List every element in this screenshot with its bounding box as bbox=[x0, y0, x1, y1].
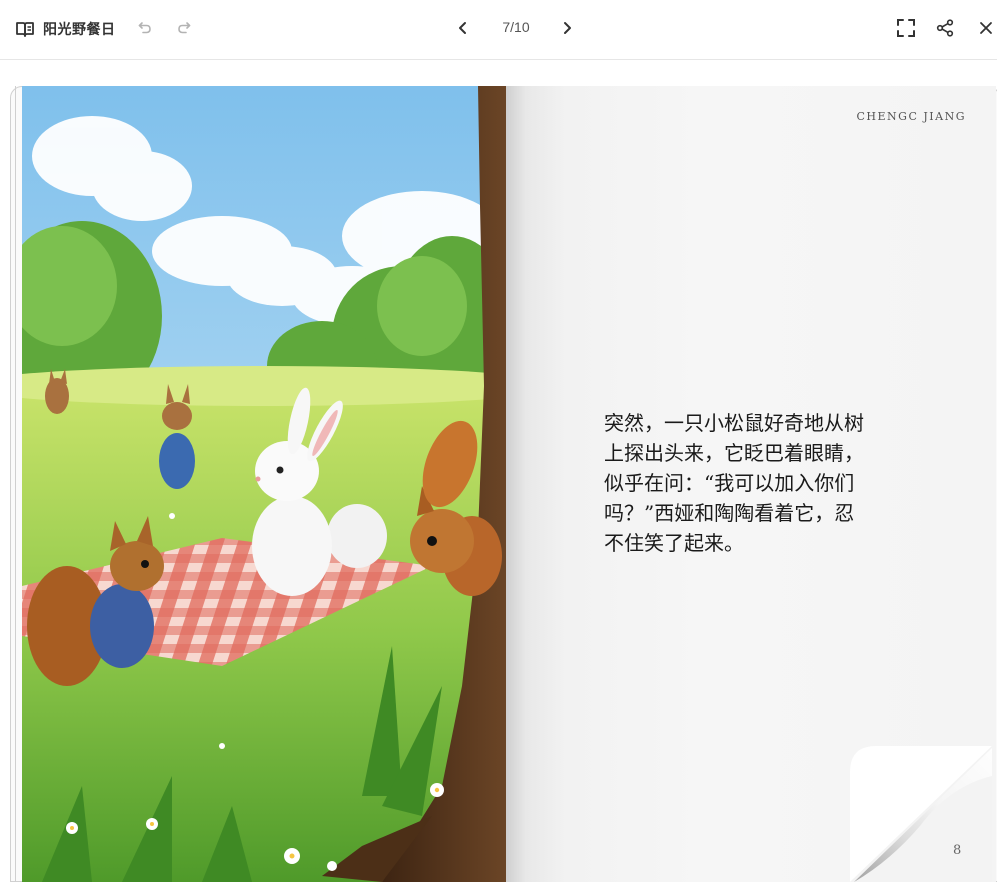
book-open-icon bbox=[14, 18, 36, 40]
page-indicator: 7/10 bbox=[502, 19, 530, 35]
title-group: 阳光野餐日 bbox=[14, 17, 116, 41]
share-icon bbox=[936, 19, 954, 37]
previous-page-button[interactable] bbox=[449, 14, 477, 42]
close-button[interactable] bbox=[972, 14, 997, 42]
story-line: 上探出头来，它眨巴着眼睛， bbox=[604, 441, 864, 465]
chevron-right-icon bbox=[564, 22, 571, 34]
story-line: 似乎在问：“我可以加入你们 bbox=[604, 471, 855, 495]
page-turn-corner[interactable] bbox=[850, 746, 992, 882]
undo-button[interactable] bbox=[131, 14, 159, 42]
next-page-button[interactable] bbox=[553, 14, 581, 42]
redo-button[interactable] bbox=[170, 14, 198, 42]
redo-icon bbox=[178, 22, 191, 34]
book-spread: CHENGC JIANG 突然，一只小松鼠好奇地从树 上探出头来，它眨巴着眼睛，… bbox=[10, 86, 997, 882]
chevron-left-icon bbox=[459, 22, 466, 34]
author-name: CHENGC JIANG bbox=[856, 110, 966, 123]
close-icon bbox=[980, 22, 992, 34]
toolbar: 阳光野餐日 7/10 bbox=[0, 0, 997, 60]
picnic-illustration bbox=[22, 86, 506, 882]
book-title: 阳光野餐日 bbox=[43, 22, 116, 38]
illustration-page bbox=[22, 86, 506, 882]
fullscreen-button[interactable] bbox=[892, 14, 920, 42]
undo-icon bbox=[138, 22, 151, 34]
share-button[interactable] bbox=[931, 14, 959, 42]
story-line: 不住笑了起来。 bbox=[604, 531, 744, 555]
page-number: 8 bbox=[953, 843, 962, 858]
story-line: 突然，一只小松鼠好奇地从树 bbox=[604, 411, 864, 435]
text-page: CHENGC JIANG 突然，一只小松鼠好奇地从树 上探出头来，它眨巴着眼睛，… bbox=[506, 86, 996, 882]
story-line: 吗？”西娅和陶陶看着它，忍 bbox=[604, 501, 855, 525]
fullscreen-icon bbox=[897, 19, 915, 37]
story-text: 突然，一只小松鼠好奇地从树 上探出头来，它眨巴着眼睛， 似乎在问：“我可以加入你… bbox=[604, 408, 896, 558]
